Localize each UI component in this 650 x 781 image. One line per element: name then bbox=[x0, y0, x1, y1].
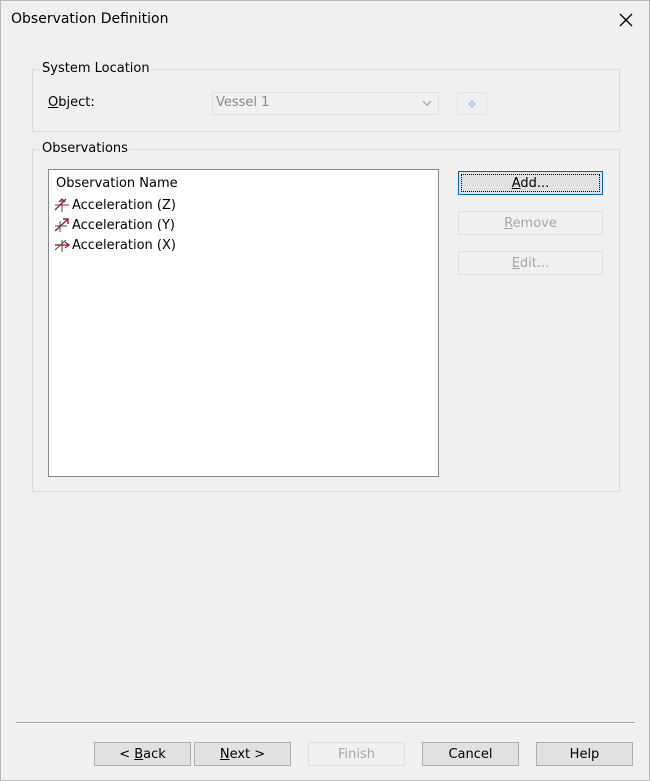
remove-button[interactable]: Remove bbox=[458, 211, 603, 235]
list-item[interactable]: Acceleration (X) bbox=[54, 236, 176, 254]
add-button-label: Add... bbox=[511, 175, 550, 191]
list-item[interactable]: Acceleration (Y) bbox=[54, 216, 175, 234]
observations-label: Observations bbox=[40, 141, 130, 156]
cancel-button[interactable]: Cancel bbox=[422, 742, 519, 766]
add-object-button[interactable] bbox=[457, 92, 487, 115]
object-combobox[interactable]: Vessel 1 bbox=[212, 92, 439, 115]
dialog-window: Observation Definition System Location O… bbox=[0, 0, 650, 781]
object-value: Vessel 1 bbox=[216, 95, 270, 110]
add-button[interactable]: Add... bbox=[458, 171, 603, 195]
title-bar: Observation Definition bbox=[1, 1, 649, 39]
plus-icon bbox=[468, 99, 476, 108]
help-button[interactable]: Help bbox=[536, 742, 633, 766]
acceleration-x-icon bbox=[54, 239, 70, 252]
system-location-group: System Location Object: Vessel 1 bbox=[32, 61, 620, 132]
back-button[interactable]: < Back bbox=[94, 742, 191, 766]
next-button[interactable]: Next > bbox=[194, 742, 291, 766]
observations-list[interactable]: Observation Name Acceleration (Z) Accele… bbox=[48, 169, 439, 477]
acceleration-y-icon bbox=[54, 218, 69, 232]
finish-button-label: Finish bbox=[337, 746, 375, 762]
list-item[interactable]: Acceleration (Z) bbox=[54, 196, 176, 214]
cancel-button-label: Cancel bbox=[448, 746, 493, 762]
observations-group: Observations Observation Name Accelerati… bbox=[32, 141, 620, 492]
acceleration-z-icon bbox=[54, 198, 69, 212]
list-column-header: Observation Name bbox=[56, 176, 178, 191]
remove-button-label: Remove bbox=[504, 215, 557, 231]
edit-button[interactable]: Edit... bbox=[458, 251, 603, 275]
next-button-label: Next > bbox=[219, 746, 266, 762]
list-item-label: Acceleration (X) bbox=[72, 237, 176, 253]
close-button[interactable] bbox=[603, 1, 649, 39]
help-button-label: Help bbox=[569, 746, 600, 762]
close-icon bbox=[619, 13, 633, 27]
list-item-label: Acceleration (Y) bbox=[72, 217, 175, 233]
system-location-label: System Location bbox=[40, 61, 152, 76]
footer-separator bbox=[16, 722, 635, 724]
chevron-down-icon bbox=[422, 100, 432, 106]
back-button-label: < Back bbox=[119, 746, 166, 762]
window-title: Observation Definition bbox=[11, 11, 169, 27]
edit-button-label: Edit... bbox=[511, 255, 550, 271]
finish-button[interactable]: Finish bbox=[308, 742, 405, 766]
object-label: Object: bbox=[48, 95, 95, 110]
list-item-label: Acceleration (Z) bbox=[72, 197, 176, 213]
